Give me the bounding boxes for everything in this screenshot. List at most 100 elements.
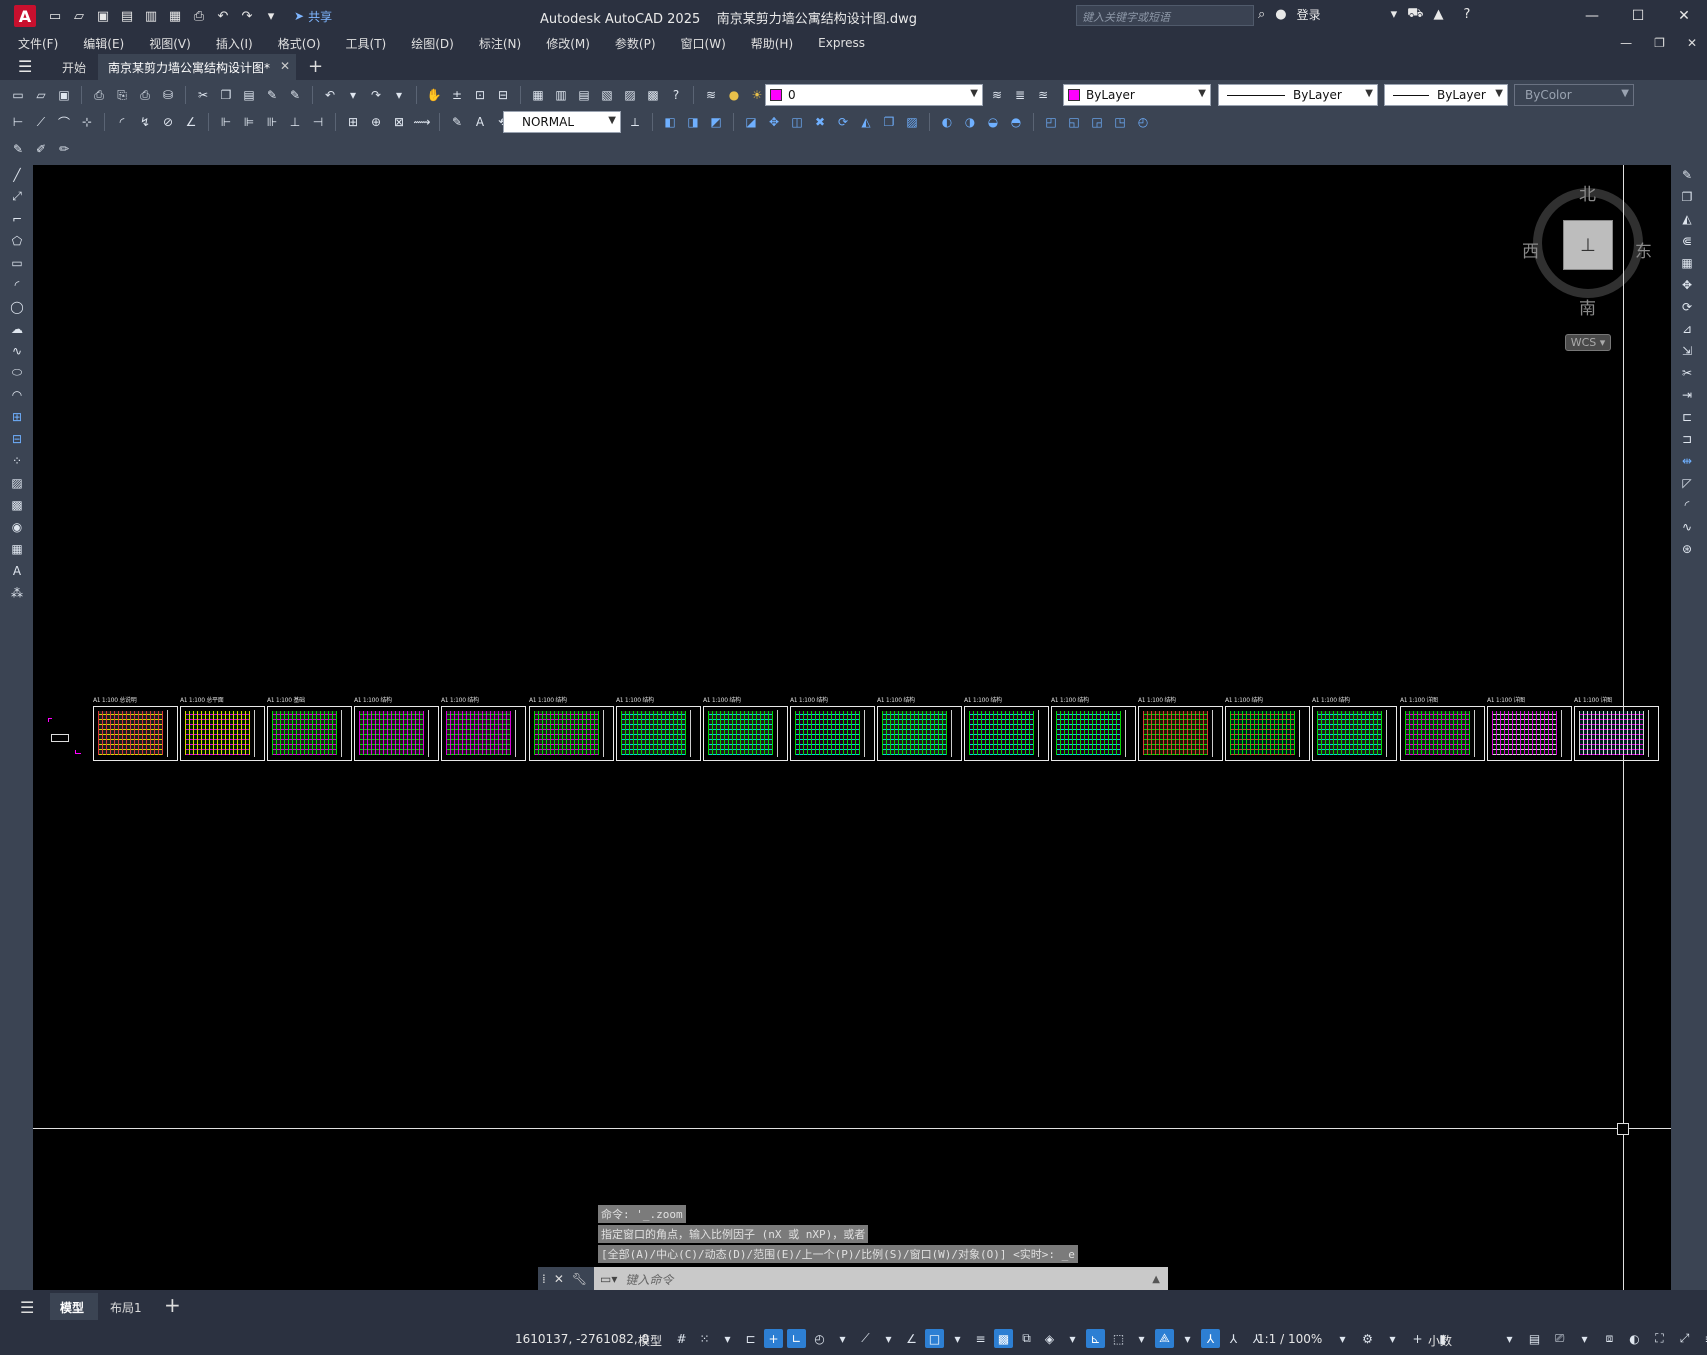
pan-icon[interactable]: ✋ [424,85,444,105]
undo-dropdown-icon[interactable]: ▾ [343,85,363,105]
layer-match-icon[interactable]: ≊ [1033,85,1053,105]
add-layout-icon[interactable]: + [164,1293,181,1317]
file-tabs-menu-icon[interactable]: ☰ [18,59,36,75]
close-icon[interactable]: ✕ [1661,0,1707,32]
tool-palettes-icon[interactable]: ▤ [574,85,594,105]
selection-cycling-icon[interactable]: ⧉ [1017,1329,1036,1348]
menu-insert[interactable]: 插入(I) [216,35,253,52]
lock-ui-dropdown-icon[interactable]: ▾ [1575,1329,1594,1348]
point-icon[interactable]: ⁘ [8,451,27,470]
publish-icon[interactable]: ⎙ [135,85,155,105]
match-properties-icon[interactable]: ✎ [262,85,282,105]
compass-north[interactable]: 北 [1579,180,1596,205]
region-icon[interactable]: ◉ [8,517,27,536]
ellipse-arc-icon[interactable]: ◠ [8,385,27,404]
undo-icon[interactable]: ↶ [214,7,232,25]
redo-dropdown-icon[interactable]: ▾ [389,85,409,105]
arc-icon[interactable]: ◜ [8,275,27,294]
layer-previous-icon[interactable]: ≣ [1010,85,1030,105]
drawing-sheet[interactable] [1487,706,1572,761]
sync-attribute-icon[interactable]: ✏ [54,139,74,159]
transparency-icon[interactable]: ▩ [994,1329,1013,1348]
maximize-icon[interactable]: ☐ [1615,0,1661,32]
object-snap-tracking-icon[interactable]: ∠ [902,1329,921,1348]
drawing-sheet[interactable] [790,706,875,761]
tab-document[interactable]: 南京某剪力墙公寓结构设计图* ✕ [98,54,296,80]
login-button[interactable]: 登录 [1297,6,1321,23]
stretch-icon[interactable]: ⇲ [1678,341,1697,360]
circle-icon[interactable]: ◯ [8,297,27,316]
shell-icon[interactable]: ◓ [1006,112,1026,132]
move-icon[interactable]: ✥ [1678,275,1697,294]
open-icon[interactable]: ▱ [31,85,51,105]
ortho-icon[interactable]: ∟ [787,1329,806,1348]
polar-tracking-icon[interactable]: ◴ [810,1329,829,1348]
object-snap-icon[interactable]: □ [925,1329,944,1348]
edit-attribute-icon[interactable]: ✐ [31,139,51,159]
workspace-gear-icon[interactable]: ⚙ [1358,1329,1377,1348]
save-icon[interactable]: ▣ [54,85,74,105]
sheet-set-icon[interactable]: ▧ [597,85,617,105]
minimize-icon[interactable]: — [1569,0,1615,32]
offset-faces-icon[interactable]: ◫ [787,112,807,132]
add-selected-icon[interactable]: ⁂ [8,583,27,602]
break-icon[interactable]: ⊐ [1678,429,1697,448]
slice-icon[interactable]: ◴ [1133,112,1153,132]
menu-format[interactable]: 格式(O) [278,35,321,52]
drag-handle-icon[interactable]: ⁞ [542,1272,546,1286]
gizmo-dropdown-icon[interactable]: ▾ [1178,1329,1197,1348]
viewcube-top-face[interactable]: ⊥ [1563,220,1613,270]
units-dropdown-icon[interactable]: ▾ [1500,1329,1519,1348]
object-snap-dropdown-icon[interactable]: ▾ [948,1329,967,1348]
customize-quick-access-icon[interactable]: ▾ [262,7,280,25]
menu-window[interactable]: 窗口(W) [681,35,726,52]
drawing-sheet[interactable] [354,706,439,761]
snap-dropdown-icon[interactable]: ▾ [718,1329,737,1348]
dim-continue-icon[interactable]: ⊪ [262,112,282,132]
block-attribute-icon[interactable]: ✎ [8,139,28,159]
compass-west[interactable]: 西 [1522,237,1539,262]
publish-3d-icon[interactable]: ⛁ [158,85,178,105]
taper-faces-icon[interactable]: ◭ [856,112,876,132]
drawing-sheet[interactable] [529,706,614,761]
annotation-monitor-icon[interactable]: + [1408,1329,1427,1348]
doc-minimize-icon[interactable]: — [1620,36,1632,50]
clean-icon[interactable]: ◑ [960,112,980,132]
drawing-sheet[interactable] [1138,706,1223,761]
3d-osnap-dropdown-icon[interactable]: ▾ [1063,1329,1082,1348]
tab-model[interactable]: 模型 [50,1293,98,1320]
intersect-icon[interactable]: ◩ [706,112,726,132]
tab-layout1[interactable]: 布局1 [110,1299,142,1316]
snap-icon[interactable]: ⁙ [695,1329,714,1348]
drawing-sheet[interactable] [1225,706,1310,761]
dim-jogged-icon[interactable]: ↯ [135,112,155,132]
delete-faces-icon[interactable]: ✖ [810,112,830,132]
drawing-sheet[interactable] [1574,706,1659,761]
jogged-linear-icon[interactable]: ⟿ [412,112,432,132]
copy-object-icon[interactable]: ❐ [1678,187,1697,206]
model-space-toggle[interactable]: 模型 [638,1332,662,1349]
selection-filter-icon[interactable]: ⬚ [1109,1329,1128,1348]
status-menu-icon[interactable]: ≡ [1700,1329,1707,1348]
dim-baseline-icon[interactable]: ⊫ [239,112,259,132]
markup-icon[interactable]: ▨ [620,85,640,105]
undo-icon[interactable]: ↶ [320,85,340,105]
dim-text-edit-icon[interactable]: A [470,112,490,132]
copy-faces-icon[interactable]: ❐ [879,112,899,132]
drawing-sheet[interactable] [616,706,701,761]
plot-icon[interactable]: ⎙ [190,7,208,25]
scale-icon[interactable]: ⊿ [1678,319,1697,338]
dim-angular-icon[interactable]: ∠ [181,112,201,132]
layer-properties-icon[interactable]: ≋ [701,85,721,105]
tolerance-icon[interactable]: ⊞ [343,112,363,132]
isolate-objects-icon[interactable]: ⧈ [1600,1329,1619,1348]
save-icon[interactable]: ▣ [94,7,112,25]
auto-scale-icon[interactable]: ⅄ [1224,1329,1243,1348]
menu-tools[interactable]: 工具(T) [346,35,387,52]
dim-arc-icon[interactable]: ⌒ [54,112,74,132]
redo-icon[interactable]: ↷ [366,85,386,105]
block-editor-icon[interactable]: ✎ [285,85,305,105]
compass-south[interactable]: 南 [1579,294,1596,319]
polar-dropdown-icon[interactable]: ▾ [833,1329,852,1348]
dim-diameter-icon[interactable]: ⊘ [158,112,178,132]
